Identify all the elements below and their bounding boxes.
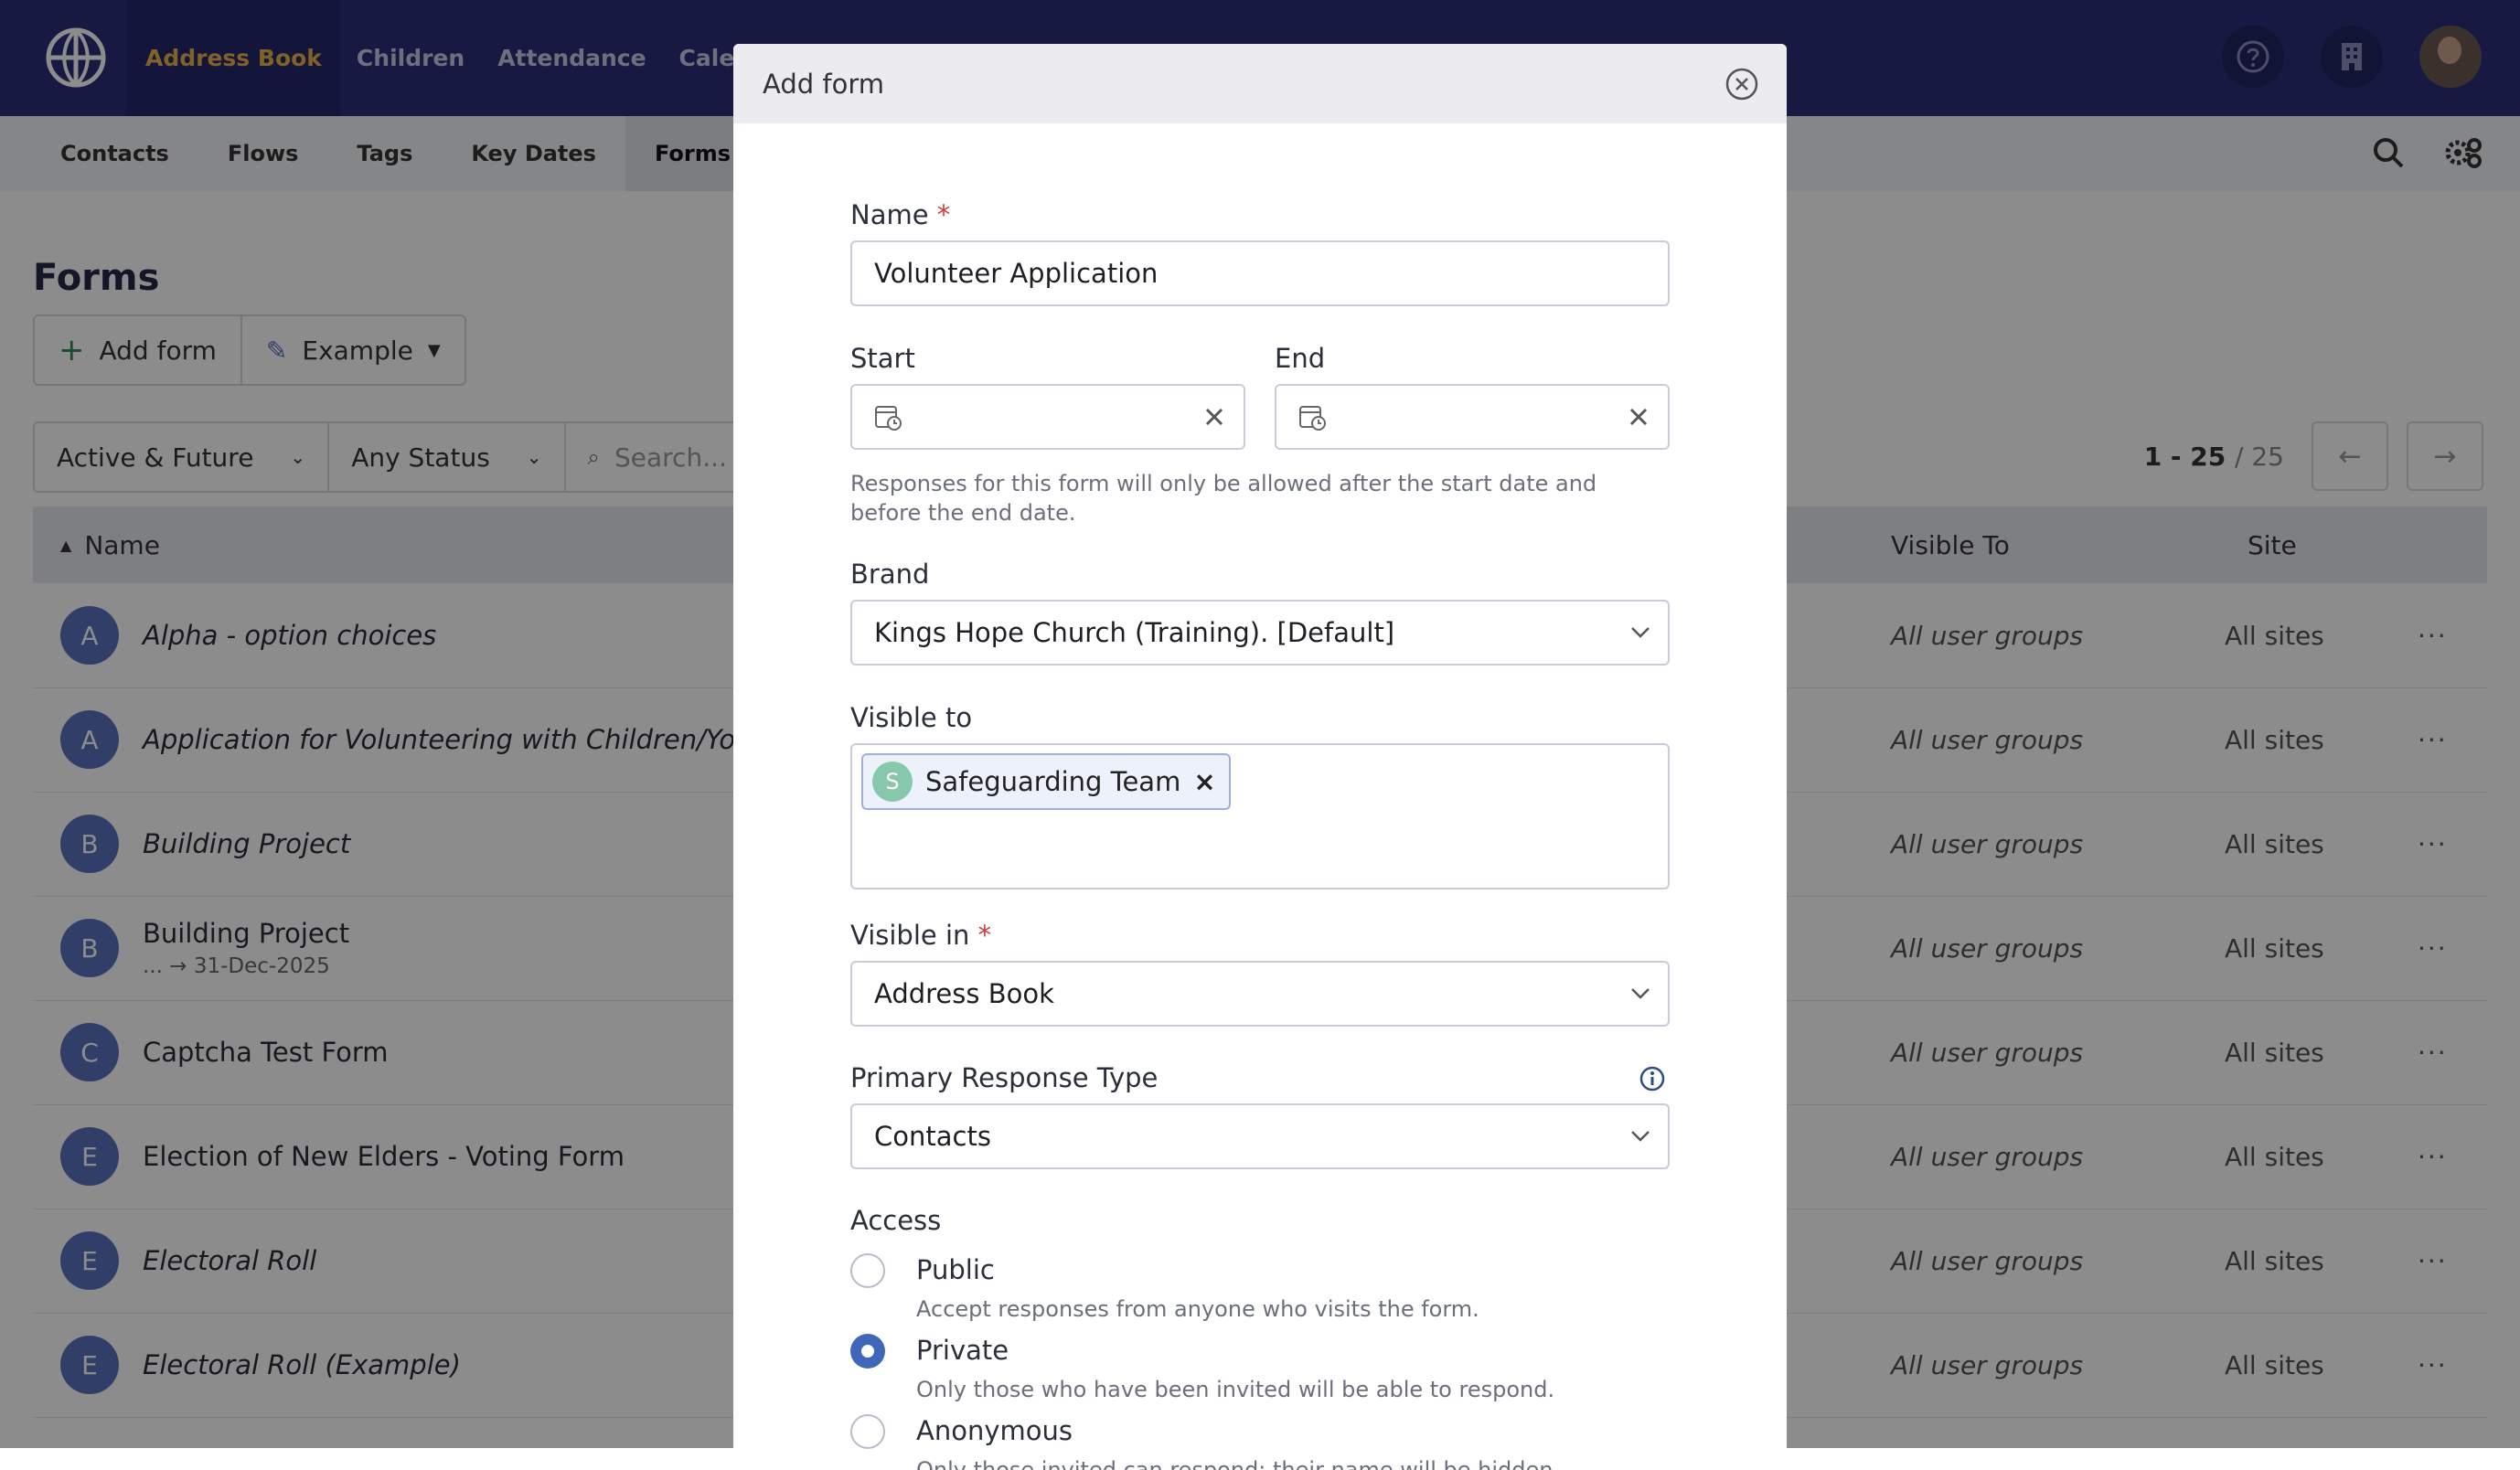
access-anonymous-title: Anonymous — [916, 1415, 1073, 1446]
visible-to-tag: S Safeguarding Team × — [861, 753, 1231, 810]
access-anonymous-radio[interactable] — [850, 1414, 885, 1449]
close-icon[interactable] — [1724, 67, 1759, 101]
access-private-radio[interactable] — [850, 1334, 885, 1369]
access-private-title: Private — [916, 1335, 1009, 1366]
modal-header: Add form — [733, 44, 1787, 123]
name-label: Name * — [850, 199, 950, 230]
required-mark: * — [977, 920, 992, 951]
primary-response-value: Contacts — [874, 1121, 991, 1152]
primary-response-label: Primary Response Type — [850, 1062, 1159, 1093]
chevron-down-icon — [1613, 626, 1668, 639]
visible-in-label: Visible in * — [850, 920, 991, 951]
end-label: End — [1275, 343, 1326, 374]
clear-end-x-icon[interactable] — [1628, 406, 1650, 428]
access-private-desc: Only those who have been invited will be… — [916, 1377, 1555, 1402]
info-icon[interactable] — [1639, 1065, 1666, 1092]
end-date-input[interactable] — [1275, 384, 1670, 450]
calendar-clock-icon — [875, 406, 902, 431]
visible-to-multiselect[interactable]: S Safeguarding Team × — [850, 743, 1670, 889]
start-label: Start — [850, 343, 915, 374]
visible-in-select[interactable]: Address Book — [850, 961, 1670, 1027]
access-label: Access — [850, 1205, 942, 1236]
start-date-input[interactable] — [850, 384, 1245, 450]
calendar-clock-icon — [1299, 406, 1326, 431]
access-public-desc: Accept responses from anyone who visits … — [916, 1296, 1479, 1322]
brand-select[interactable]: Kings Hope Church (Training). [Default] — [850, 600, 1670, 666]
tag-label: Safeguarding Team — [925, 766, 1181, 797]
access-public-title: Public — [916, 1254, 995, 1285]
name-label-text: Name — [850, 199, 929, 230]
access-anonymous-desc: Only those invited can respond; their na… — [916, 1457, 1561, 1470]
tag-remove-icon[interactable]: × — [1193, 766, 1215, 797]
visible-to-label: Visible to — [850, 702, 973, 733]
brand-label: Brand — [850, 559, 930, 590]
brand-select-value: Kings Hope Church (Training). [Default] — [874, 617, 1395, 648]
name-input[interactable]: Volunteer Application — [850, 240, 1670, 306]
chevron-down-icon — [1613, 1130, 1668, 1143]
modal-title: Add form — [763, 68, 884, 100]
name-input-value: Volunteer Application — [874, 258, 1159, 289]
clear-start-x-icon[interactable] — [1203, 406, 1225, 428]
required-mark: * — [936, 199, 951, 230]
tag-avatar: S — [872, 762, 913, 802]
chevron-down-icon — [1613, 987, 1668, 1000]
date-help-text: Responses for this form will only be all… — [850, 471, 1597, 526]
add-form-modal: Add form Name * Volunteer Application St… — [733, 44, 1787, 1470]
visible-in-select-value: Address Book — [874, 978, 1054, 1009]
primary-response-select[interactable]: Contacts — [850, 1103, 1670, 1169]
access-public-radio[interactable] — [850, 1253, 885, 1288]
visible-in-label-text: Visible in — [850, 920, 970, 951]
